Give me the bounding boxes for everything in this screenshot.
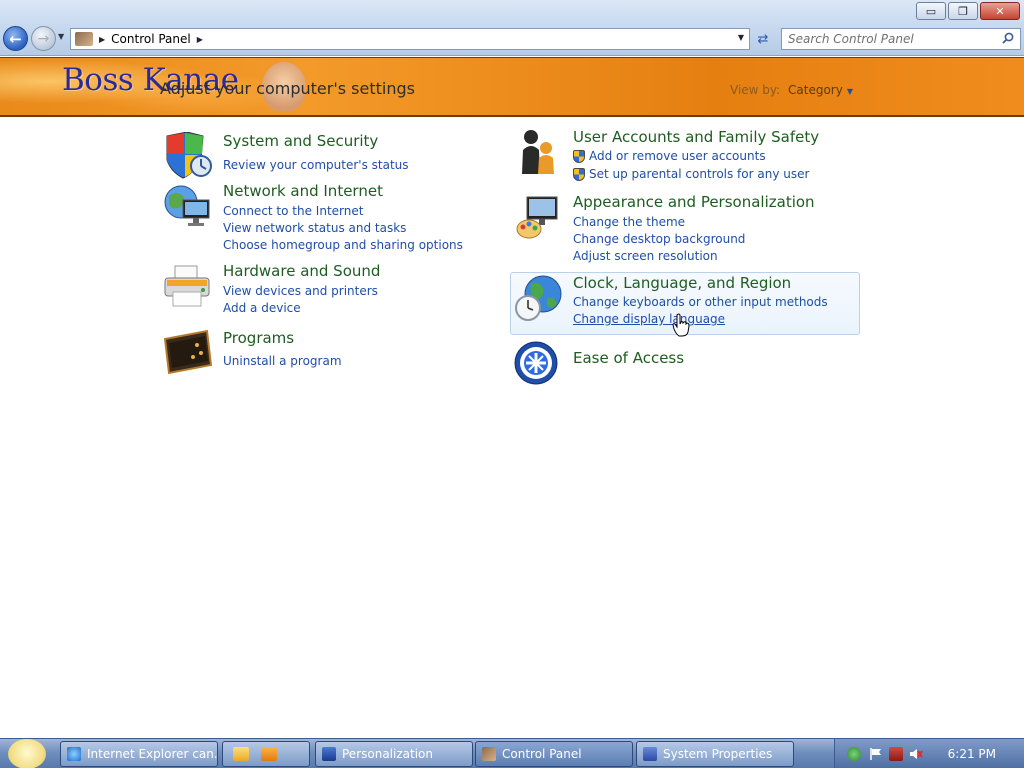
address-dropdown-icon[interactable]: ▼ xyxy=(738,33,744,42)
breadcrumb-arrow-icon[interactable]: ▶ xyxy=(99,35,105,44)
taskbar-system-properties[interactable]: System Properties xyxy=(636,741,794,767)
category-title[interactable]: Hardware and Sound xyxy=(223,262,380,280)
navigation-bar: ← → ▼ ▶ Control Panel ▶ ▼ ⇄ xyxy=(0,26,1024,52)
breadcrumb-arrow-icon[interactable]: ▶ xyxy=(197,35,203,44)
link-change-keyboards[interactable]: Change keyboards or other input methods xyxy=(573,295,828,309)
uac-shield-icon xyxy=(573,150,585,163)
security-tray-icon[interactable] xyxy=(847,747,861,761)
taskbar-clock[interactable]: 6:21 PM xyxy=(948,747,996,761)
appearance-monitor-icon[interactable] xyxy=(513,193,563,241)
users-icon[interactable] xyxy=(513,128,563,176)
category-user-accounts: User Accounts and Family Safety Add or r… xyxy=(513,128,853,184)
taskbar-label[interactable]: System Properties xyxy=(663,747,772,761)
breadcrumb-control-panel[interactable]: Control Panel xyxy=(111,32,191,46)
page-title: Adjust your computer's settings xyxy=(160,79,415,98)
link-change-theme[interactable]: Change the theme xyxy=(573,215,685,229)
start-button[interactable] xyxy=(8,739,46,768)
link-label[interactable]: Set up parental controls for any user xyxy=(589,167,809,181)
search-box[interactable] xyxy=(781,28,1021,50)
search-input[interactable] xyxy=(788,32,998,46)
link-add-remove-accounts[interactable]: Add or remove user accounts xyxy=(573,149,766,163)
category-title[interactable]: Programs xyxy=(223,329,294,347)
search-icon[interactable] xyxy=(1002,32,1014,44)
taskbar-label[interactable]: Personalization xyxy=(342,747,433,761)
category-title[interactable]: System and Security xyxy=(223,132,378,150)
printer-icon[interactable] xyxy=(163,262,213,310)
back-button[interactable]: ← xyxy=(3,26,28,51)
taskbar-personalization[interactable]: Personalization xyxy=(315,741,473,767)
link-display-language[interactable]: Change display language xyxy=(573,312,725,326)
view-by-dropdown[interactable]: Category ▼ xyxy=(788,83,853,97)
clock-globe-icon[interactable] xyxy=(513,274,563,322)
view-by-label: View by: xyxy=(730,83,781,97)
link-parental-controls[interactable]: Set up parental controls for any user xyxy=(573,167,809,181)
link-connect-internet[interactable]: Connect to the Internet xyxy=(223,204,363,218)
forward-button[interactable]: → xyxy=(31,26,56,51)
link-label[interactable]: Add or remove user accounts xyxy=(589,149,766,163)
link-review-status[interactable]: Review your computer's status xyxy=(223,158,409,172)
volume-muted-icon[interactable] xyxy=(909,747,923,761)
category-title[interactable]: Ease of Access xyxy=(573,349,684,367)
window-controls: ▭ ❐ ✕ xyxy=(916,2,1020,20)
refresh-icon[interactable]: ⇄ xyxy=(752,28,774,50)
control-panel-icon xyxy=(482,747,496,761)
action-center-flag-icon[interactable] xyxy=(869,747,883,761)
link-devices-printers[interactable]: View devices and printers xyxy=(223,284,378,298)
ease-of-access-icon[interactable] xyxy=(513,340,563,388)
programs-icon[interactable] xyxy=(163,329,213,377)
category-hardware-and-sound: Hardware and Sound View devices and prin… xyxy=(163,262,483,316)
network-globe-icon[interactable] xyxy=(163,182,213,230)
category-title[interactable]: Appearance and Personalization xyxy=(573,193,815,211)
taskbar-internet-explorer[interactable]: Internet Explorer can... xyxy=(60,741,218,767)
minimize-button[interactable]: ▭ xyxy=(916,2,946,20)
category-title[interactable]: Network and Internet xyxy=(223,182,383,200)
header-banner: Boss Kanae Adjust your computer's settin… xyxy=(0,57,1024,117)
category-title[interactable]: User Accounts and Family Safety xyxy=(573,128,819,146)
internet-explorer-icon xyxy=(67,747,81,761)
folder-icon[interactable] xyxy=(233,747,249,761)
recent-pages-dropdown-icon[interactable]: ▼ xyxy=(58,32,64,41)
link-uninstall-program[interactable]: Uninstall a program xyxy=(223,354,342,368)
category-ease-of-access: Ease of Access xyxy=(513,340,853,386)
link-add-device[interactable]: Add a device xyxy=(223,301,301,315)
taskbar: Internet Explorer can... Personalization… xyxy=(0,738,1024,768)
category-programs: Programs Uninstall a program xyxy=(163,329,483,375)
system-tray: 6:21 PM xyxy=(834,739,1024,768)
taskbar-label[interactable]: Internet Explorer can... xyxy=(87,747,217,761)
link-screen-resolution[interactable]: Adjust screen resolution xyxy=(573,249,718,263)
address-bar[interactable]: ▶ Control Panel ▶ ▼ xyxy=(70,28,750,50)
system-properties-icon xyxy=(643,747,657,761)
hand-cursor-icon xyxy=(672,313,690,337)
category-system-and-security: System and Security Review your computer… xyxy=(163,132,483,180)
chevron-down-icon[interactable]: ▼ xyxy=(847,87,853,96)
personalization-icon xyxy=(322,747,336,761)
link-homegroup-sharing[interactable]: Choose homegroup and sharing options xyxy=(223,238,463,252)
category-title[interactable]: Clock, Language, and Region xyxy=(573,274,791,292)
quick-launch xyxy=(222,741,310,767)
taskbar-control-panel[interactable]: Control Panel xyxy=(475,741,633,767)
control-panel-icon xyxy=(75,32,93,46)
link-desktop-background[interactable]: Change desktop background xyxy=(573,232,745,246)
link-network-status[interactable]: View network status and tasks xyxy=(223,221,406,235)
restore-button[interactable]: ❐ xyxy=(948,2,978,20)
window-titlebar: ▭ ❐ ✕ ← → ▼ ▶ Control Panel ▶ ▼ ⇄ xyxy=(0,0,1024,56)
network-tray-icon[interactable] xyxy=(889,747,903,761)
security-shield-icon[interactable] xyxy=(163,132,213,180)
taskbar-label[interactable]: Control Panel xyxy=(502,747,582,761)
close-button[interactable]: ✕ xyxy=(980,2,1020,20)
media-player-icon[interactable] xyxy=(261,747,277,761)
uac-shield-icon xyxy=(573,168,585,181)
category-network-and-internet: Network and Internet Connect to the Inte… xyxy=(163,182,483,252)
category-appearance: Appearance and Personalization Change th… xyxy=(513,193,853,265)
view-by-value[interactable]: Category xyxy=(788,83,843,97)
